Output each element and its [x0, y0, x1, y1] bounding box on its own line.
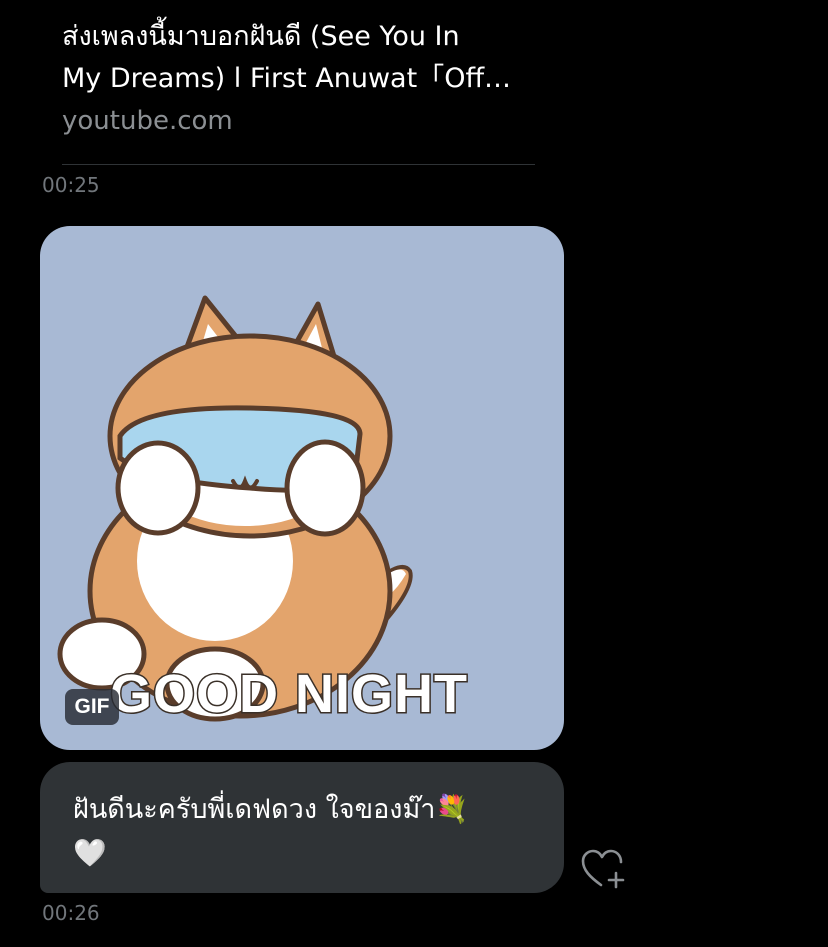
message-text: ฝันดีนะครับพี่เดฟดวง ใจของม๊า💐 🤍 — [73, 794, 470, 869]
gif-caption: GOOD NIGHT — [109, 663, 469, 726]
heart-plus-icon — [581, 849, 625, 889]
dm-conversation: ส่งเพลงนี้มาบอกฝันดี (See You In My Drea… — [0, 0, 828, 947]
link-preview-title[interactable]: ส่งเพลงนี้มาบอกฝันดี (See You In My Drea… — [62, 16, 552, 100]
gif-message[interactable]: GOOD NIGHT GIF — [40, 226, 564, 750]
gif-badge: GIF — [65, 689, 119, 725]
link-preview-card[interactable]: ส่งเพลงนี้มาบอกฝันดี (See You In My Drea… — [40, 0, 540, 170]
divider — [62, 164, 535, 165]
message-timestamp: 00:25 — [42, 173, 100, 197]
message-timestamp: 00:26 — [42, 901, 100, 925]
link-preview-domain: youtube.com — [62, 106, 233, 136]
message-bubble[interactable]: ฝันดีนะครับพี่เดฟดวง ใจของม๊า💐 🤍 — [40, 762, 564, 893]
add-reaction-button[interactable] — [580, 848, 626, 890]
